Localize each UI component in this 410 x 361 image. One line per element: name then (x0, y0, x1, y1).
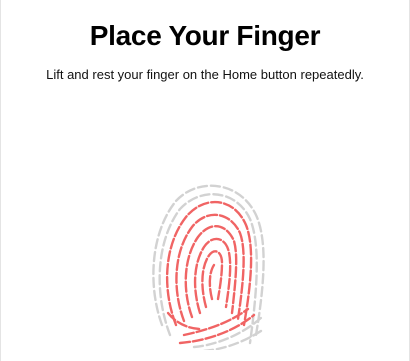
instruction-text: Lift and rest your finger on the Home bu… (46, 67, 364, 82)
touch-id-enrollment-screen: Place Your Finger Lift and rest your fin… (0, 0, 410, 361)
ridge-8 (178, 313, 256, 345)
fingerprint-icon (146, 175, 266, 350)
ridge-outer-4 (203, 327, 266, 350)
fingerprint-ridges-pending (152, 184, 266, 350)
fingerprint-ridges-captured (166, 201, 256, 345)
page-title: Place Your Finger (89, 20, 321, 51)
ridge-4 (193, 237, 232, 315)
ridge-6 (208, 263, 216, 301)
